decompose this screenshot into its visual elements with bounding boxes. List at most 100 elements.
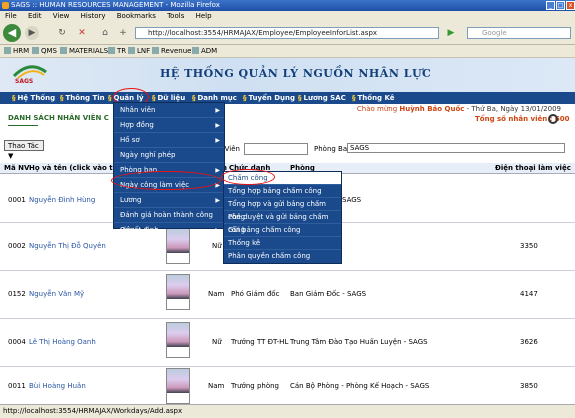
table-row: 0011 Bùi Hoàng Huân Nam Trưởng phòng Cán… (0, 366, 575, 405)
forward-button[interactable]: ▶ (25, 26, 39, 40)
row-phone: 4147 (520, 290, 538, 298)
logo-text: SAGS (15, 78, 34, 85)
maximize-icon[interactable]: □ (556, 1, 565, 10)
window-titlebar: SAGS :: HUMAN RESOURCES MANAGEMENT - Moz… (0, 0, 575, 11)
menu-item-luong[interactable]: Lương ▶ (114, 193, 224, 208)
bookmarks-toolbar: HRM QMS MATERIALS TR LNF Revenue ADM (0, 45, 575, 58)
table-row: 0152 Nguyễn Văn Mỹ Nam Phó Giám đốc Ban … (0, 270, 575, 319)
department-label: Phòng Ban (314, 145, 352, 153)
bookmark-lnf[interactable]: LNF (128, 45, 150, 57)
row-phone: 3350 (520, 242, 538, 250)
row-dept: Cán Bộ Phòng - Phòng Kế Hoạch - SAGS (290, 382, 430, 390)
menu-item-ho-so[interactable]: Hồ sơ ▶ (114, 133, 224, 148)
col-phone: Điện thoại làm việc (495, 164, 571, 172)
row-name[interactable]: Nguyễn Văn Mỹ (29, 290, 84, 298)
row-id: 0001 (8, 196, 26, 204)
ngay-cong-submenu: Chấm công Tổng hợp bảng chấm công Tổng h… (223, 171, 342, 264)
address-bar[interactable]: http://localhost:3554/HRMAJAX/Employee/E… (135, 27, 439, 39)
row-title: Trưởng phòng (231, 382, 279, 390)
quan-ly-dropdown: Nhân viên ▶ Hợp đồng ▶ Hồ sơ ▶ Ngày nghỉ ph… (113, 102, 225, 234)
back-button[interactable]: ◀ (3, 24, 21, 42)
close-icon[interactable]: x (566, 1, 575, 10)
row-gender: Nam (208, 290, 225, 298)
table-row: 0004 Lê Thị Hoàng Oanh Nữ Trưởng TT ĐT-H… (0, 318, 575, 367)
menu-item-quyet-dinh[interactable]: Quyết định ▶ (114, 223, 224, 234)
row-gender: Nam (208, 382, 225, 390)
row-dept: SAGS (342, 196, 362, 204)
row-name[interactable]: Nguyễn Thị Đỗ Quyên (29, 242, 106, 250)
row-gender: Nữ (212, 242, 222, 250)
menu-history[interactable]: History (81, 12, 106, 20)
row-id: 0011 (8, 382, 26, 390)
chevron-right-icon: ▶ (215, 107, 220, 114)
menu-tools[interactable]: Tools (167, 12, 184, 20)
bookmark-icon (108, 47, 115, 54)
bookmark-adm[interactable]: ADM (192, 45, 217, 57)
status-url: http://localhost:3554/HRMAJAX/Workdays/A… (3, 407, 183, 415)
menu-bookmarks[interactable]: Bookmarks (117, 12, 156, 20)
bookmark-revenue[interactable]: Revenue (152, 45, 192, 57)
row-name[interactable]: Lê Thị Hoàng Oanh (29, 338, 96, 346)
menu-file[interactable]: File (5, 12, 17, 20)
menu-item-hop-dong[interactable]: Hợp đồng ▶ (114, 118, 224, 133)
bookmark-icon (192, 47, 199, 54)
action-dropdown[interactable]: Thao Tác ▼ (4, 140, 44, 160)
nav-thong-tin[interactable]: § Thông Tin (60, 92, 105, 104)
go-icon[interactable]: ▶ (444, 26, 458, 40)
reload-icon[interactable]: ↻ (55, 26, 69, 40)
menu-item-tong-hop[interactable]: Tổng hợp bảng chấm công (224, 185, 341, 198)
row-dept: Trung Tâm Đào Tạo Huấn Luyện - SAGS (290, 338, 428, 346)
bookmark-qms[interactable]: QMS (32, 45, 57, 57)
minimize-icon[interactable]: _ (546, 1, 555, 10)
bookmark-tr[interactable]: TR (108, 45, 126, 57)
stop-icon[interactable]: ✕ (75, 26, 89, 40)
chevron-right-icon: ▶ (215, 197, 220, 204)
employee-photo (166, 322, 190, 358)
greeting-bar: Chào mừng Huỳnh Bảo Quốc - Thứ Ba, Ngày … (0, 104, 575, 114)
bookmark-icon (4, 47, 11, 54)
row-title: Trưởng TT ĐT-HL (231, 338, 289, 346)
firefox-icon (2, 2, 9, 9)
chevron-right-icon: ▶ (215, 137, 220, 144)
menu-help[interactable]: Help (196, 12, 212, 20)
menu-item-thong-ke[interactable]: Thống kê (224, 237, 341, 250)
menu-item-nhan-vien[interactable]: Nhân viên ▶ (114, 103, 224, 118)
nav-thong-ke[interactable]: § Thống Kê (352, 92, 395, 104)
row-id: 0152 (8, 290, 26, 298)
menu-item-ngay-nghi-phep[interactable]: Ngày nghỉ phép (114, 148, 224, 163)
title-underline (8, 125, 38, 126)
search-icon[interactable] (548, 114, 558, 124)
greeting-text: Chào mừng Huỳnh Bảo Quốc - Thứ Ba, Ngày … (356, 105, 561, 113)
chevron-right-icon: ▶ (215, 122, 220, 129)
row-gender: Nữ (212, 338, 222, 346)
employee-input[interactable] (244, 143, 308, 155)
menu-item-danh-gia[interactable]: Đánh giá hoàn thành công việc (114, 208, 224, 234)
row-name[interactable]: Nguyễn Đình Hùng (29, 196, 95, 204)
row-dept: Ban Giám Đốc - SAGS (290, 290, 367, 298)
row-name[interactable]: Bùi Hoàng Huân (29, 382, 86, 390)
menu-edit[interactable]: Edit (28, 12, 42, 20)
menu-view[interactable]: View (53, 12, 70, 20)
search-input[interactable]: Google (467, 27, 571, 39)
bookmark-hrm[interactable]: HRM (4, 45, 29, 57)
department-select[interactable]: SAGS (347, 143, 565, 153)
menu-item-phe-duyet[interactable]: Phê duyệt và gửi bảng chấm công (224, 211, 341, 234)
page-title: DANH SÁCH NHÂN VIÊN C (8, 114, 109, 122)
add-icon[interactable]: + (116, 26, 130, 40)
nav-luong-sac[interactable]: § Lương SAC (298, 92, 346, 104)
menu-item-phan-quyen[interactable]: Phân quyền chấm công (224, 250, 341, 263)
home-icon[interactable]: ⌂ (98, 26, 112, 40)
row-phone: 3626 (520, 338, 538, 346)
highlight-circle (221, 169, 275, 185)
banner-title: HỆ THỐNG QUẢN LÝ NGUỒN NHÂN LỰC (160, 67, 432, 80)
menu-item-gui-bang[interactable]: Gửi bảng chấm công (224, 224, 341, 237)
bookmark-materials[interactable]: MATERIALS (60, 45, 108, 57)
navigation-toolbar: ◀ ▶ ↻ ✕ ⌂ + http://localhost:3554/HRMAJA… (0, 22, 575, 45)
nav-tuyen-dung[interactable]: § Tuyển Dụng (243, 92, 295, 104)
chevron-right-icon: ▶ (215, 227, 220, 234)
window-title: SAGS :: HUMAN RESOURCES MANAGEMENT - Moz… (11, 1, 220, 9)
menu-item-tong-hop-gui[interactable]: Tổng hợp và gửi bảng chấm công (224, 198, 341, 221)
col-id: Mã NV (4, 164, 30, 172)
nav-he-thong[interactable]: § Hệ Thống (12, 92, 55, 104)
highlight-circle (111, 171, 221, 190)
